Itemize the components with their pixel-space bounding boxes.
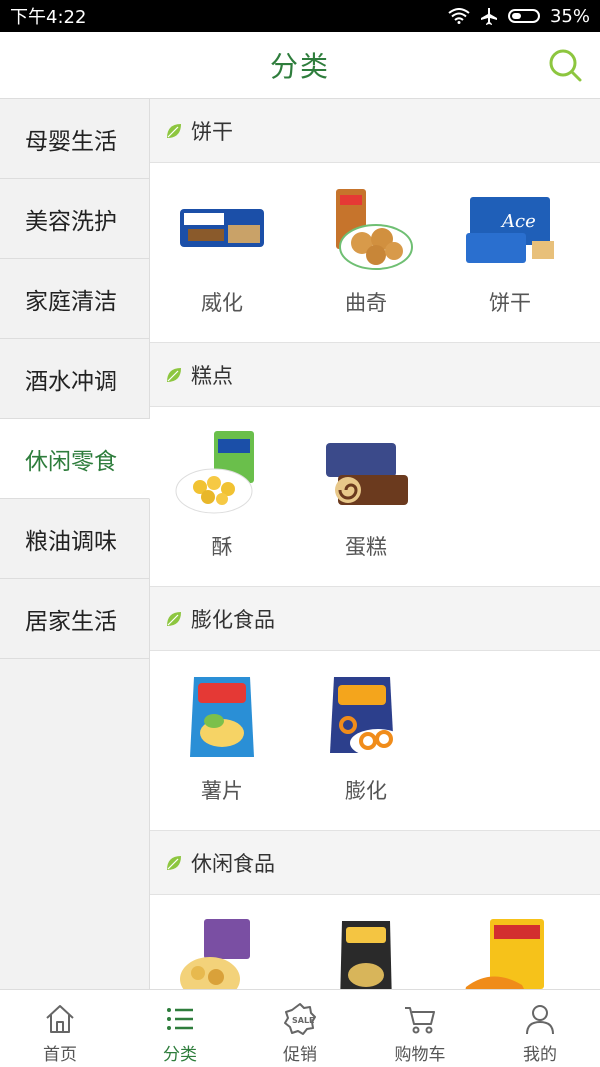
- leaf-icon: [167, 367, 181, 382]
- leaf-icon: [167, 855, 181, 870]
- section-title: 休闲食品: [191, 851, 275, 876]
- product-row: 威化 曲奇 Ace 饼干: [150, 163, 600, 343]
- tab-mine[interactable]: 我的: [480, 990, 600, 1067]
- sidebar-item-label: 粮油调味: [25, 528, 117, 555]
- cookie-product-image: [318, 185, 414, 273]
- section-header: 休闲食品: [150, 831, 600, 895]
- sidebar-item-label: 休闲零食: [25, 448, 117, 475]
- category-sidebar: 母婴生活 美容洗护 家庭清洁 酒水冲调 休闲零食 粮油调味 居家生活: [0, 99, 150, 989]
- puffed-snack-product-image: [318, 673, 414, 761]
- product-row: 薯片 膨化: [150, 651, 600, 831]
- product-item[interactable]: 酥: [150, 407, 294, 586]
- product-row: [150, 895, 600, 989]
- sidebar-item-label: 酒水冲调: [25, 368, 117, 395]
- section-header: 饼干: [150, 99, 600, 163]
- product-item[interactable]: [150, 895, 294, 989]
- product-name: 膨化: [345, 779, 387, 803]
- svg-text:Ace: Ace: [500, 211, 536, 232]
- status-bar: 下午4:22 35%: [0, 0, 600, 32]
- battery-icon: [507, 9, 540, 23]
- leaf-icon: [167, 611, 181, 626]
- section-title: 饼干: [191, 119, 233, 144]
- sidebar-item-label: 居家生活: [25, 608, 117, 635]
- cart-icon: [405, 1007, 435, 1034]
- tab-label: 促销: [283, 1045, 317, 1065]
- sidebar-item-cleaning[interactable]: 家庭清洁: [0, 259, 149, 339]
- sidebar-item-label: 母婴生活: [25, 128, 117, 155]
- sidebar-item-drinks[interactable]: 酒水冲调: [0, 339, 149, 419]
- tab-label: 首页: [43, 1045, 77, 1065]
- sidebar-item-home[interactable]: 居家生活: [0, 579, 149, 659]
- snack-pack-product-image: [462, 917, 558, 989]
- home-icon: [46, 1005, 74, 1033]
- product-item[interactable]: 威化: [150, 163, 294, 342]
- product-row: 酥 蛋糕: [150, 407, 600, 587]
- product-item[interactable]: Ace 饼干: [438, 163, 582, 342]
- tab-cart[interactable]: 购物车: [360, 990, 480, 1067]
- cake-roll-product-image: [318, 429, 414, 517]
- search-icon[interactable]: [548, 48, 582, 82]
- tab-promotion[interactable]: SALE 促销: [240, 990, 360, 1067]
- section-title: 膨化食品: [191, 607, 275, 632]
- svg-text:SALE: SALE: [292, 1016, 315, 1025]
- section-header: 膨化食品: [150, 587, 600, 651]
- product-item[interactable]: 曲奇: [294, 163, 438, 342]
- section-header: 糕点: [150, 343, 600, 407]
- product-name: 蛋糕: [345, 535, 387, 559]
- sidebar-item-grain-oil[interactable]: 粮油调味: [0, 499, 149, 579]
- status-time: 下午4:22: [10, 7, 87, 28]
- category-list-icon: [167, 1008, 193, 1030]
- leaf-icon: [167, 123, 181, 138]
- product-name: 饼干: [489, 291, 531, 315]
- tab-label: 购物车: [394, 1045, 446, 1065]
- potato-chips-product-image: [174, 673, 270, 761]
- product-name: 威化: [201, 291, 243, 315]
- tab-label: 分类: [163, 1045, 197, 1065]
- product-item[interactable]: [438, 895, 582, 989]
- wafer-product-image: [174, 185, 270, 273]
- sidebar-item-maternal[interactable]: 母婴生活: [0, 99, 149, 179]
- jacker-chips-product-image: [318, 917, 414, 989]
- sidebar-item-label: 家庭清洁: [25, 288, 117, 315]
- bottom-tab-bar: 首页 分类 SALE 促销 购物车 我的: [0, 989, 600, 1067]
- sale-tag-icon: SALE: [284, 1003, 316, 1035]
- top-bar: 分类: [0, 32, 600, 99]
- product-item[interactable]: [294, 895, 438, 989]
- sidebar-item-snacks[interactable]: 休闲零食: [0, 419, 150, 499]
- crisp-puff-product-image: [174, 429, 270, 517]
- sidebar-item-label: 美容洗护: [25, 208, 117, 235]
- product-category-panel: 饼干 威化 曲奇 Ace 饼干 糕点 酥 蛋糕 膨化食品 薯片 膨化 休闲食品: [150, 99, 600, 989]
- airplane-icon: [480, 8, 497, 25]
- biscuit-product-image: Ace: [462, 185, 558, 273]
- product-name: 酥: [211, 535, 233, 559]
- battery-level: 35%: [549, 5, 590, 27]
- tab-category[interactable]: 分类: [120, 990, 240, 1067]
- product-item[interactable]: 膨化: [294, 651, 438, 830]
- product-item[interactable]: 薯片: [150, 651, 294, 830]
- dried-fruit-product-image: [174, 917, 270, 989]
- wifi-icon: [448, 8, 470, 24]
- sidebar-item-beauty[interactable]: 美容洗护: [0, 179, 149, 259]
- section-title: 糕点: [191, 363, 233, 388]
- product-item[interactable]: 蛋糕: [294, 407, 438, 586]
- tab-home[interactable]: 首页: [0, 990, 120, 1067]
- product-name: 曲奇: [345, 291, 387, 315]
- product-name: 薯片: [201, 779, 243, 803]
- user-icon: [526, 1005, 554, 1035]
- page-title: 分类: [269, 50, 330, 83]
- tab-label: 我的: [523, 1045, 557, 1065]
